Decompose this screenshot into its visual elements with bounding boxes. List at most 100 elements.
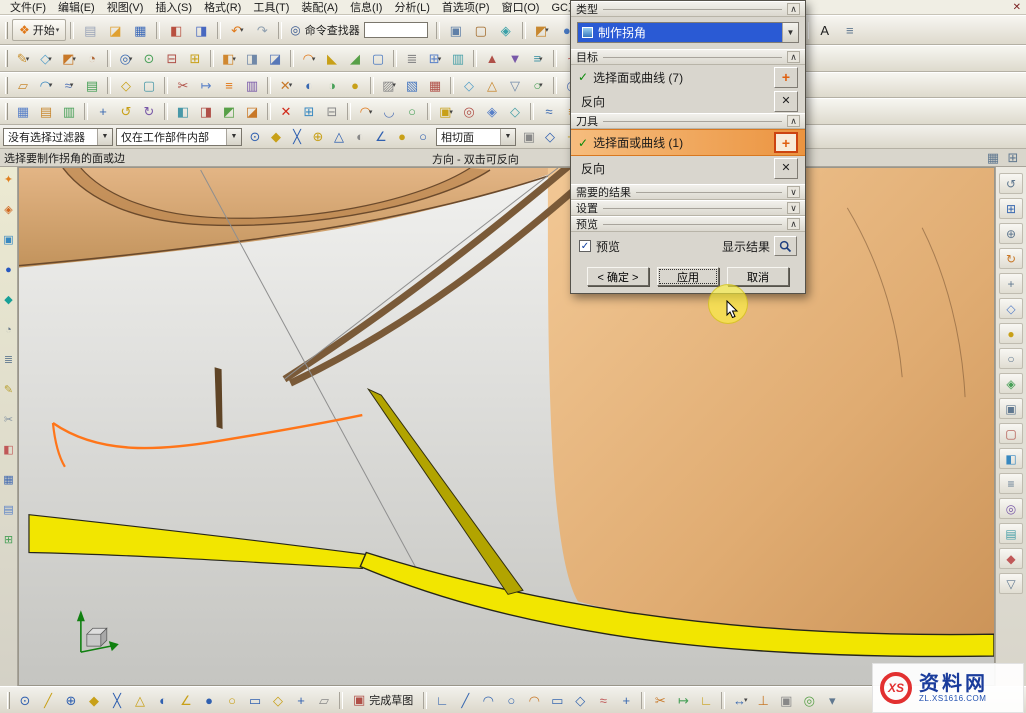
profile-icon[interactable]: ∟ [431,690,453,710]
rule-icon[interactable]: ▣ [519,128,539,146]
snap-half-icon[interactable]: ◐ [152,690,174,710]
corner-type-combo[interactable]: 制作拐角 ▼ [577,22,799,43]
gem3-icon[interactable]: ◈ [481,102,503,122]
menu-item[interactable]: 文件(F) [4,0,52,15]
delete-icon[interactable]: ✕ [275,102,297,122]
redo-icon[interactable]: ↷ [250,19,274,41]
pad-icon[interactable]: ⊞ [184,49,206,69]
rotate-ccw-icon[interactable]: ↺ [115,102,137,122]
system-scenes-icon[interactable]: ▦ [1,472,17,488]
sk-line-icon[interactable]: ╱ [454,690,476,710]
add-grid-icon[interactable]: ⊞ [298,102,320,122]
chevron-down-icon[interactable]: ▼ [782,23,798,42]
sk-fillet-icon[interactable]: ◠ [523,690,545,710]
reverse-direction-button[interactable]: ✕ [774,158,798,179]
zoom-icon[interactable]: ⊕ [999,223,1023,244]
split-body-icon[interactable]: ▼ [504,49,526,69]
section-target[interactable]: 目标 ∧ [571,49,805,65]
sk-polygon-icon[interactable]: ◇ [569,690,591,710]
target-select-row[interactable]: ✓ 选择面或曲线 (7) + [571,65,805,89]
grid-toggle-icon[interactable]: ▦ [984,149,1002,165]
sk-rectangle-icon[interactable]: ▭ [546,690,568,710]
hd3d-tools-icon[interactable]: ◆ [1,292,17,308]
trim-body-icon[interactable]: ▲ [481,49,503,69]
thicken-icon[interactable]: ▥ [241,75,263,95]
q1-icon[interactable]: ◧ [172,102,194,122]
menu-item[interactable]: 装配(A) [295,0,344,15]
section-preview[interactable]: 预览 ∧ [571,216,805,232]
quick-extend-icon[interactable]: ↦ [672,690,694,710]
toolbar-grip[interactable] [7,692,10,709]
menu-item[interactable]: 工具(T) [247,0,295,15]
bullseye-icon[interactable]: ◎ [458,102,480,122]
layout-icon[interactable]: ▢ [469,19,493,41]
rule2-icon[interactable]: ◇ [540,128,560,146]
apply-button[interactable]: 应用 [657,267,719,286]
material-icon[interactable]: ◆ [999,548,1023,569]
sk-panel-icon[interactable]: ▣ [775,690,797,710]
menu-item[interactable]: 首选项(P) [436,0,496,15]
snap-x-icon[interactable]: ╳ [106,690,128,710]
menu-item[interactable]: 格式(R) [198,0,247,15]
menu-item[interactable]: 插入(S) [149,0,198,15]
expand-chevron-icon[interactable]: ∨ [787,186,800,198]
menu-item[interactable]: 信息(I) [344,0,388,15]
arc-down-icon[interactable]: ◡ [378,102,400,122]
start-menu-button[interactable]: ❖ 开始 ▾ [12,19,66,41]
menu-item[interactable]: 视图(V) [101,0,150,15]
sk-circle-icon[interactable]: ○ [500,690,522,710]
reuse-library-icon[interactable]: ● [1,262,17,278]
snap-mid-icon[interactable]: ◆ [266,128,286,146]
boxed-icon[interactable]: ▣▾ [435,102,457,122]
columns-icon[interactable]: ▥ [58,102,80,122]
intersect-icon[interactable]: ◪ [264,49,286,69]
hatch-icon[interactable]: ▨▾ [378,75,400,95]
collapse-chevron-icon[interactable]: ∧ [787,51,800,63]
command-finder[interactable]: ◎ 命令查找器 [286,20,431,40]
preferences-icon[interactable]: ◎ [999,498,1023,519]
filter-icon[interactable]: ◨ [189,19,213,41]
more-icon[interactable]: ▽ [999,573,1023,594]
extend-sheet-icon[interactable]: ↦ [195,75,217,95]
ruled-icon[interactable]: ▤ [81,75,103,95]
snapshot-view-icon[interactable]: ▢ [999,423,1023,444]
constraint-navigator-icon[interactable]: ◈ [1,202,17,218]
snap-line-icon[interactable]: ╱ [37,690,59,710]
snap-angle2-icon[interactable]: ∠ [175,690,197,710]
sk-target-icon[interactable]: ◎ [798,690,820,710]
tool-select-row-active[interactable]: ✓ 选择面或曲线 (1) + [571,129,805,156]
collapse-chevron-icon[interactable]: ∧ [787,115,800,127]
snap-mid2-icon[interactable]: ◆ [83,690,105,710]
snap-enable-icon[interactable]: ⊙ [14,690,36,710]
move-icon[interactable]: + [92,102,114,122]
menu-item[interactable]: 分析(L) [388,0,435,15]
bounded-plane-icon[interactable]: ▢ [138,75,160,95]
section-settings[interactable]: 设置 ∨ [571,200,805,216]
diamond2-icon[interactable]: ◇ [504,102,526,122]
collapse-chevron-icon[interactable]: ∧ [787,218,800,230]
edge-blend-icon[interactable]: ◠▾ [298,49,320,69]
n-side-surface-icon[interactable]: ◇ [115,75,137,95]
snap-quadrant-icon[interactable]: ◐ [350,128,370,146]
list-icon[interactable]: ≡ [838,19,862,41]
select-face-button-active[interactable]: + [774,132,798,153]
hatch2-icon[interactable]: ▧ [401,75,423,95]
finish-sketch-button[interactable]: ▣ 完成草图 [347,692,419,708]
tri-up-icon[interactable]: △ [481,75,503,95]
tri-down-icon[interactable]: ▽ [504,75,526,95]
snap-diamond-icon[interactable]: ◇ [267,690,289,710]
perspective-icon[interactable]: ◇ [999,298,1023,319]
sk-point-icon[interactable]: + [615,690,637,710]
hole-icon[interactable]: ◎▾ [115,49,137,69]
half-icon[interactable]: ◐ [298,75,320,95]
snap-circle2-icon[interactable]: ○ [221,690,243,710]
reverse-direction-button[interactable]: ✕ [774,91,798,112]
revolve-icon[interactable]: ◔ [81,49,103,69]
new-file-icon[interactable]: ▤ [78,19,102,41]
snap-circle-icon[interactable]: ○ [413,128,433,146]
section-required-result[interactable]: 需要的结果 ∨ [571,184,805,200]
q2-icon[interactable]: ◨ [195,102,217,122]
dimension-icon[interactable]: ↔▾ [729,690,751,710]
rotate-cw-icon[interactable]: ↻ [138,102,160,122]
menu-item[interactable]: 窗口(O) [496,0,546,15]
